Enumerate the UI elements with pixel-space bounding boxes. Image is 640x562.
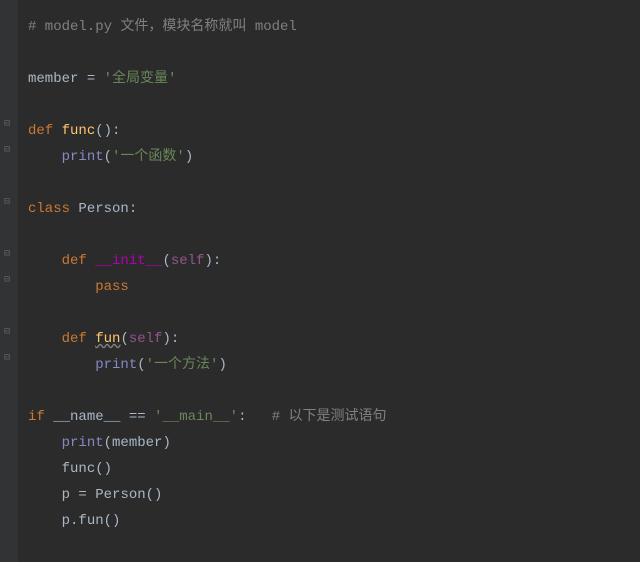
code-line: func() xyxy=(28,456,640,482)
editor-gutter: ⊟ ⊟ ⊟ ⊟ ⊟ ⊟ ⊟ xyxy=(0,0,18,562)
indent xyxy=(28,461,62,477)
code-line: # model.py 文件，模块名称就叫 model xyxy=(28,14,640,40)
variable-name: p xyxy=(62,487,70,503)
keyword-def: def xyxy=(62,331,96,347)
indent xyxy=(28,253,62,269)
keyword-def: def xyxy=(62,253,96,269)
paren: ) xyxy=(185,149,193,165)
parentheses: (): xyxy=(95,123,120,139)
method-call: fun xyxy=(78,513,103,529)
indent xyxy=(28,279,95,295)
code-line: pass xyxy=(28,274,640,300)
fold-icon[interactable]: ⊟ xyxy=(4,146,14,156)
paren: ( xyxy=(104,149,112,165)
code-line: p.fun() xyxy=(28,508,640,534)
string-literal: '一个函数' xyxy=(112,149,185,165)
paren: ): xyxy=(162,331,179,347)
code-line: if __name__ == '__main__': # 以下是测试语句 xyxy=(28,404,640,430)
variable-ref: member xyxy=(112,435,162,451)
code-line xyxy=(28,300,640,326)
string-literal: '一个方法' xyxy=(146,357,219,373)
keyword-class: class xyxy=(28,201,78,217)
code-line: p = Person() xyxy=(28,482,640,508)
code-line xyxy=(28,222,640,248)
variable-ref: p xyxy=(62,513,70,529)
self-param: self xyxy=(171,253,205,269)
paren: ) xyxy=(162,435,170,451)
code-line: def __init__(self): xyxy=(28,248,640,274)
function-name: fun xyxy=(95,331,120,347)
self-param: self xyxy=(129,331,163,347)
variable-name: member xyxy=(28,71,78,87)
spacing xyxy=(246,409,271,425)
code-line: def func(): xyxy=(28,118,640,144)
indent xyxy=(28,513,62,529)
code-line: print('一个方法') xyxy=(28,352,640,378)
code-line: class Person: xyxy=(28,196,640,222)
parentheses: () xyxy=(95,461,112,477)
code-editor[interactable]: # model.py 文件，模块名称就叫 model member = '全局变… xyxy=(0,0,640,548)
dunder-init: __init__ xyxy=(95,253,162,269)
code-line xyxy=(28,92,640,118)
fold-icon[interactable]: ⊟ xyxy=(4,250,14,260)
paren: ( xyxy=(162,253,170,269)
indent xyxy=(28,435,62,451)
class-ref: Person xyxy=(95,487,145,503)
indent xyxy=(28,487,62,503)
keyword-def: def xyxy=(28,123,62,139)
code-line: print(member) xyxy=(28,430,640,456)
parentheses: () xyxy=(146,487,163,503)
keyword-pass: pass xyxy=(95,279,129,295)
fold-icon[interactable]: ⊟ xyxy=(4,120,14,130)
code-line: print('一个函数') xyxy=(28,144,640,170)
code-line xyxy=(28,170,640,196)
function-name: func xyxy=(62,123,96,139)
builtin-print: print xyxy=(95,357,137,373)
indent xyxy=(28,149,62,165)
indent xyxy=(28,357,95,373)
paren: ( xyxy=(137,357,145,373)
comment-text: # 以下是测试语句 xyxy=(272,409,387,425)
paren: ) xyxy=(218,357,226,373)
operator: = xyxy=(78,71,103,87)
code-line xyxy=(28,40,640,66)
string-literal: '__main__' xyxy=(154,409,238,425)
indent xyxy=(28,331,62,347)
dunder-name: __name__ xyxy=(53,409,120,425)
paren: ( xyxy=(104,435,112,451)
fold-icon[interactable]: ⊟ xyxy=(4,354,14,364)
function-call: func xyxy=(62,461,96,477)
code-line xyxy=(28,378,640,404)
builtin-print: print xyxy=(62,435,104,451)
class-name: Person xyxy=(78,201,128,217)
paren: ): xyxy=(204,253,221,269)
fold-icon[interactable]: ⊟ xyxy=(4,328,14,338)
parentheses: () xyxy=(104,513,121,529)
comment-text: # model.py 文件，模块名称就叫 model xyxy=(28,19,297,35)
builtin-print: print xyxy=(62,149,104,165)
fold-icon[interactable]: ⊟ xyxy=(4,198,14,208)
operator: == xyxy=(120,409,154,425)
code-line: member = '全局变量' xyxy=(28,66,640,92)
fold-icon[interactable]: ⊟ xyxy=(4,276,14,286)
string-literal: '全局变量' xyxy=(104,71,177,87)
paren: ( xyxy=(120,331,128,347)
colon: : xyxy=(129,201,137,217)
operator: = xyxy=(70,487,95,503)
code-line: def fun(self): xyxy=(28,326,640,352)
keyword-if: if xyxy=(28,409,53,425)
